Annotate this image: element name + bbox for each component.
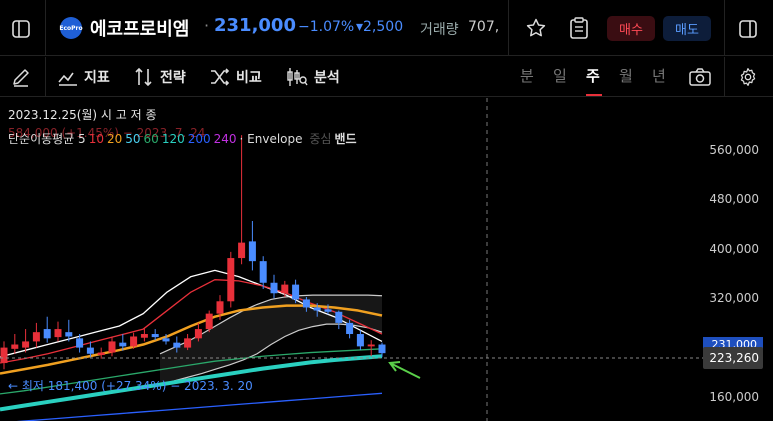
candle-body (97, 352, 105, 356)
settings-gear-icon[interactable] (736, 65, 760, 89)
shuffle-icon (211, 68, 230, 86)
y-tick-label: 400,000 (709, 242, 759, 256)
annotation-arrow (391, 363, 421, 379)
y-tick-label: 560,000 (709, 143, 759, 157)
indicator-icon (58, 72, 77, 86)
compare-label: 비교 (236, 70, 262, 86)
chart-toolbar: 지표 전략 비교 분석 분 일 주 월 년 (0, 57, 773, 97)
candle-body (151, 334, 159, 338)
y-tick-label: 320,000 (709, 291, 759, 305)
candle-body (173, 342, 181, 348)
candle-body (324, 309, 332, 312)
candle-body (270, 282, 278, 294)
analysis-tool[interactable]: 분석 (286, 65, 340, 89)
separator-dot: · (204, 16, 210, 35)
y-tick-label: 160,000 (709, 390, 759, 404)
candle-body (184, 338, 192, 348)
stock-name[interactable]: 에코프로비엠 (90, 15, 189, 41)
compare-tool[interactable]: 비교 (210, 65, 262, 89)
panel-toggle-icon[interactable] (735, 16, 761, 42)
period-week[interactable]: 주 (586, 65, 600, 86)
candle-body (259, 261, 267, 283)
candle-body (11, 344, 19, 349)
candle-body (216, 301, 224, 314)
candle-body (162, 338, 170, 342)
period-month[interactable]: 월 (619, 65, 633, 86)
candle-body (140, 334, 148, 338)
legend-ma60: 60 (143, 132, 159, 146)
candle-body (227, 258, 235, 302)
candle-body (22, 341, 30, 348)
legend-ma-prefix: 단순이동평균 5 (8, 132, 86, 146)
legend-ma50: 50 (125, 132, 141, 146)
active-period-indicator (586, 94, 602, 96)
strategy-label: 전략 (160, 70, 186, 86)
sidebar-toggle-icon[interactable] (8, 16, 34, 42)
sell-button[interactable]: 매도 (663, 16, 711, 41)
top-bar: EcoPro 에코프로비엠 · 231,000 −1.07% ▾2,500 거래… (0, 0, 773, 56)
candle-body (302, 299, 310, 308)
candle-body (54, 329, 62, 338)
ma-line-200 (16, 392, 383, 421)
star-icon[interactable] (524, 16, 548, 40)
candle-body (130, 336, 138, 347)
candle-body (356, 334, 364, 347)
period-low-label: ← 최저 181,400 (+27.34%) − 2023. 3. 20 (8, 379, 253, 393)
candle-body (65, 332, 73, 337)
candle-body (292, 284, 300, 300)
legend-env-band: 밴드 (334, 132, 357, 146)
candle-body (32, 332, 40, 342)
candle-body (194, 329, 202, 339)
candle-body (76, 338, 84, 348)
ohlc-date-label: 2023.12.25(월) 시 고 저 종 (8, 108, 157, 122)
candle-body (335, 311, 343, 323)
candle-body (238, 242, 246, 259)
crosshair-price-tag: 223,260 (703, 347, 763, 369)
candle-analysis-icon (287, 68, 308, 86)
candle-body (86, 347, 94, 354)
camera-icon[interactable] (688, 65, 712, 89)
pencil-icon[interactable] (9, 65, 33, 89)
candle-body (367, 344, 375, 347)
candle-body (346, 322, 354, 335)
period-day[interactable]: 일 (553, 65, 567, 86)
candle-body (0, 347, 8, 364)
candle-body (43, 329, 51, 339)
clipboard-icon[interactable] (567, 16, 591, 40)
legend-ma240: 240 (213, 132, 237, 146)
legend-ma200: 200 (187, 132, 211, 146)
change-percent: −1.07% (298, 19, 355, 35)
volume-label: 거래량 (420, 22, 459, 38)
candle-body (119, 342, 127, 347)
indicator-label: 지표 (84, 70, 110, 86)
indicator-tool[interactable]: 지표 (58, 65, 110, 89)
stock-logo: EcoPro (59, 17, 83, 39)
change-amount: ▾2,500 (356, 19, 404, 35)
volume-value: 707, (468, 19, 498, 35)
period-minute[interactable]: 분 (520, 65, 534, 86)
current-price: 231,000 (214, 15, 296, 36)
candle-body (281, 284, 289, 294)
candle-body (248, 241, 256, 262)
legend-ma10: 10 (88, 132, 104, 146)
candle-body (205, 313, 213, 330)
candle-body (313, 307, 321, 311)
legend-env-middle: 중심 (309, 132, 332, 146)
legend-ma120: 120 (161, 132, 185, 146)
strategy-tool[interactable]: 전략 (134, 65, 186, 89)
buy-button[interactable]: 매수 (607, 16, 655, 41)
indicator-legend[interactable]: 단순이동평균 5 10 20 50 60 120 200 240 · Envelope 중심 밴드 (8, 130, 360, 147)
period-year[interactable]: 년 (652, 65, 666, 86)
candle-body (378, 344, 386, 354)
legend-ma20: 20 (106, 132, 123, 146)
y-tick-label: 480,000 (709, 192, 759, 206)
analysis-label: 분석 (314, 70, 340, 86)
legend-envelope: · Envelope (239, 132, 303, 146)
candle-body (108, 341, 116, 353)
strategy-icon (135, 67, 152, 87)
